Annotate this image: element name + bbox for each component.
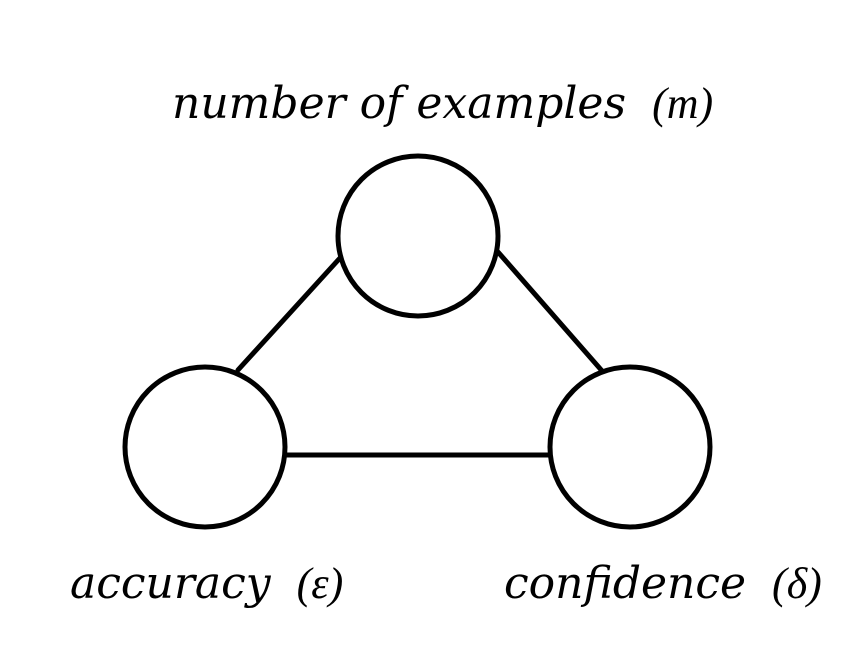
edge-top-left: [235, 255, 343, 373]
node-right: [547, 364, 713, 530]
tradeoff-triangle-diagram: number of examples (m) accuracy (ε) conf…: [70, 78, 822, 609]
node-left: [122, 364, 288, 530]
node-top: [335, 153, 501, 319]
label-confidence: confidence (δ): [504, 558, 822, 609]
label-accuracy: accuracy (ε): [70, 558, 343, 609]
label-number-of-examples: number of examples (m): [172, 78, 713, 129]
edge-top-right: [495, 249, 606, 375]
